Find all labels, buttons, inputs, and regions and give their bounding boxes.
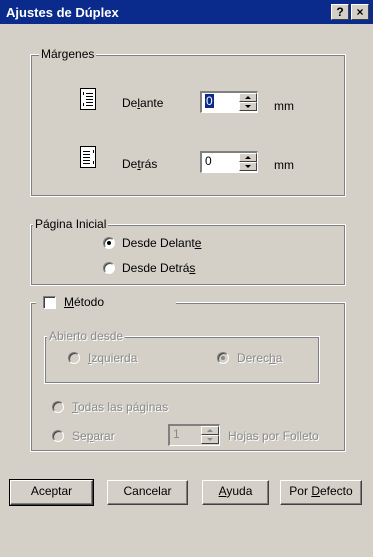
method-checkbox[interactable] [43, 296, 56, 309]
separate-label[interactable]: Separar [72, 429, 115, 443]
start-back-label[interactable]: Desde Detrás [122, 261, 195, 275]
defaults-button[interactable]: Por Defecto [280, 480, 362, 505]
all-pages-radio[interactable] [52, 401, 64, 413]
start-page-group-label: Página Inicial [33, 217, 109, 231]
back-margin-down-button[interactable] [239, 162, 257, 171]
open-left-label[interactable]: Izquierda [88, 351, 137, 365]
front-margin-down-button[interactable] [239, 102, 257, 111]
back-margin-value[interactable]: 0 [205, 154, 212, 168]
front-margin-up-button[interactable] [239, 93, 257, 102]
front-margin-value[interactable]: 0 [205, 94, 214, 108]
separate-radio[interactable] [52, 430, 64, 442]
up-arrow-icon [207, 429, 213, 432]
sheets-value[interactable]: 1 [173, 427, 180, 441]
title-help-button[interactable]: ? [331, 4, 349, 20]
start-front-label[interactable]: Desde Delante [122, 236, 201, 250]
open-right-label[interactable]: Derecha [237, 351, 282, 365]
sheets-spinner[interactable]: 1 [168, 424, 220, 446]
back-margin-unit: mm [274, 158, 294, 172]
front-margin-spinner[interactable]: 0 [200, 91, 258, 113]
down-arrow-icon [245, 165, 251, 168]
back-margin-label: Detrás [122, 157, 158, 171]
front-margin-label: Delante [122, 96, 164, 110]
back-margin-icon [80, 146, 96, 168]
start-front-radio[interactable] [103, 237, 115, 249]
front-margin-unit: mm [274, 99, 294, 113]
open-left-radio[interactable] [68, 352, 80, 364]
front-margin-icon [80, 88, 96, 110]
back-margin-up-button[interactable] [239, 153, 257, 162]
open-right-radio[interactable] [217, 352, 229, 364]
down-arrow-icon [245, 105, 251, 108]
up-arrow-icon [245, 96, 251, 99]
ok-button[interactable]: Aceptar [9, 479, 94, 506]
sheets-down-button[interactable] [201, 435, 219, 444]
sheets-label: Hojas por Folleto [228, 429, 319, 443]
title-bar: Ajustes de Dúplex ? × [0, 0, 373, 24]
method-checkbox-label[interactable]: Método [64, 295, 104, 309]
help-button[interactable]: Ayuda [202, 480, 269, 505]
margins-group-label: Márgenes [39, 47, 97, 61]
sheets-up-button[interactable] [201, 426, 219, 435]
title-close-button[interactable]: × [351, 4, 369, 20]
method-legend-bg [36, 292, 176, 310]
back-margin-spinner[interactable]: 0 [200, 151, 258, 173]
cancel-button[interactable]: Cancelar [107, 480, 188, 505]
start-back-radio[interactable] [103, 262, 115, 274]
window-title: Ajustes de Dúplex [6, 5, 119, 20]
margins-group: Márgenes [30, 47, 346, 197]
down-arrow-icon [207, 438, 213, 441]
up-arrow-icon [245, 156, 251, 159]
start-page-group: Página Inicial [30, 217, 346, 286]
duplex-settings-dialog: Ajustes de Dúplex ? × Márgenes Delante 0… [0, 0, 373, 557]
all-pages-label[interactable]: Todas las páginas [72, 400, 168, 414]
open-from-group-label: Abierto desde [47, 329, 126, 343]
